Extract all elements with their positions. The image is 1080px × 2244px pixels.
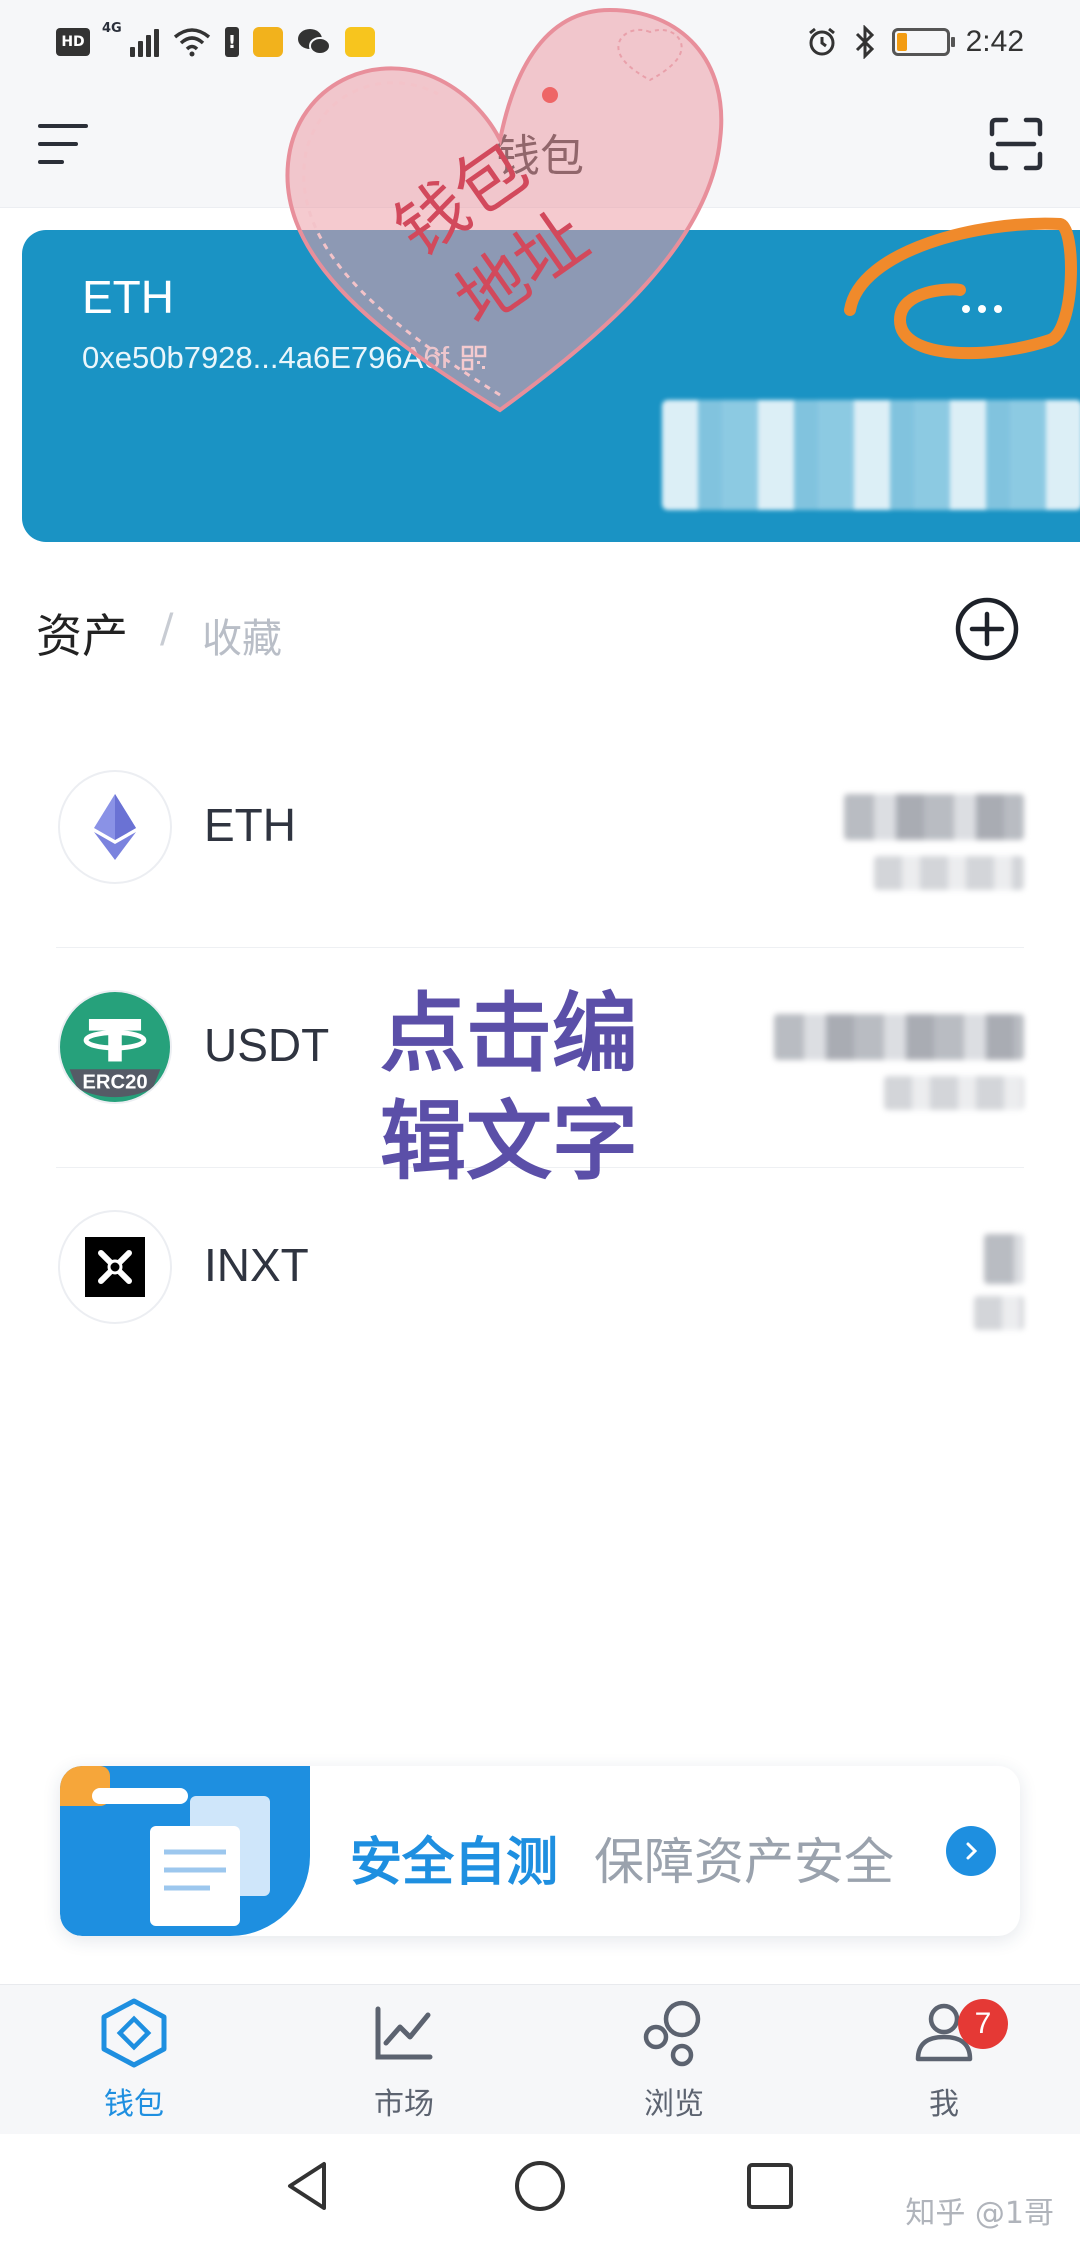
edit-text-overlay: 点击编 辑文字	[380, 980, 638, 1196]
bluetooth-icon	[855, 25, 874, 59]
more-options-button[interactable]	[952, 294, 1012, 324]
security-illustration	[60, 1766, 310, 1936]
market-chart-icon	[375, 2006, 433, 2060]
page-title: 钱包	[496, 131, 584, 182]
status-time: 2:42	[965, 25, 1024, 58]
wifi-icon	[173, 28, 211, 57]
banner-subtitle: 保障资产安全	[594, 1833, 894, 1891]
wechat-icon	[298, 29, 331, 55]
bottom-navigation: 钱包 市场 浏览 我 7	[0, 1984, 1080, 2134]
status-icons-left: HD 4G !	[56, 21, 375, 62]
tab-favorites[interactable]: 收藏	[202, 606, 282, 664]
more-dot	[994, 305, 1002, 313]
wallet-balance-redacted	[662, 400, 1080, 510]
asset-value-redacted	[884, 1076, 1024, 1110]
asset-value-redacted	[974, 1296, 1024, 1330]
system-navigation-bar: 知乎 @1哥	[0, 2134, 1080, 2244]
ethereum-icon	[58, 770, 172, 884]
tab-separator: /	[160, 606, 174, 652]
wallet-name: ETH	[82, 271, 174, 323]
app-notification-icon-2	[345, 27, 375, 57]
qr-code-icon[interactable]	[461, 345, 487, 371]
app-header: 钱包	[0, 80, 1080, 208]
chevron-right-icon[interactable]	[946, 1826, 996, 1876]
alert-icon: !	[225, 27, 239, 57]
nav-wallet-label: 钱包	[104, 2087, 164, 2122]
wallet-card[interactable]: ETH 0xe50b7928...4a6E796A6f	[22, 230, 1080, 542]
overlay-line-2: 辑文字	[380, 1092, 638, 1192]
asset-symbol: INXT	[204, 1239, 309, 1291]
more-dot	[978, 305, 986, 313]
asset-balance-redacted	[774, 1014, 1024, 1060]
asset-value-redacted	[874, 856, 1024, 890]
nav-market-label: 市场	[374, 2087, 434, 2122]
notification-badge: 7	[958, 1999, 1008, 2049]
battery-icon	[891, 28, 955, 56]
status-bar: HD 4G ! 2:42	[0, 0, 1080, 80]
asset-balance-redacted	[844, 794, 1024, 840]
app-notification-icon	[253, 27, 283, 57]
inxt-icon	[58, 1210, 172, 1324]
asset-symbol: ETH	[204, 799, 296, 851]
banner-title: 安全自测	[350, 1833, 559, 1893]
asset-symbol: USDT	[204, 1019, 330, 1071]
hd-icon: HD	[56, 28, 90, 56]
status-icons-right: 2:42	[806, 22, 1024, 62]
back-icon[interactable]	[280, 2156, 340, 2216]
scan-icon[interactable]	[988, 116, 1044, 172]
network-type: 4G	[102, 21, 122, 36]
asset-tabs: 资产 / 收藏	[0, 580, 1080, 680]
nav-me[interactable]: 我 7	[854, 1997, 1034, 2127]
nav-wallet[interactable]: 钱包	[44, 1997, 224, 2127]
wallet-nav-icon	[101, 1998, 167, 2068]
token-standard-tag: ERC20	[82, 1071, 147, 1093]
asset-row-inxt[interactable]: INXT	[56, 1168, 1024, 1388]
browse-icon	[643, 2000, 701, 2067]
nav-browse[interactable]: 浏览	[584, 1997, 764, 2127]
asset-row-eth[interactable]: ETH	[56, 728, 1024, 948]
wallet-address[interactable]: 0xe50b7928...4a6E796A6f	[82, 340, 487, 376]
nav-browse-label: 浏览	[644, 2087, 704, 2122]
asset-balance-redacted	[984, 1234, 1024, 1284]
recents-icon[interactable]	[740, 2156, 800, 2216]
more-dot	[962, 305, 970, 313]
home-icon[interactable]	[510, 2156, 570, 2216]
nav-market[interactable]: 市场	[314, 1997, 494, 2127]
cellular-signal-icon: 4G	[102, 21, 159, 57]
add-asset-icon[interactable]	[954, 596, 1020, 662]
source-watermark: 知乎 @1哥	[905, 2196, 1054, 2231]
nav-me-label: 我	[929, 2087, 959, 2122]
security-check-banner[interactable]: 安全自测 保障资产安全	[60, 1766, 1020, 1936]
tether-icon: ERC20	[58, 990, 172, 1104]
tab-assets[interactable]: 资产	[36, 600, 128, 666]
wallet-address-text: 0xe50b7928...4a6E796A6f	[82, 340, 450, 375]
alarm-icon	[808, 27, 835, 56]
overlay-line-1: 点击编	[380, 984, 638, 1084]
